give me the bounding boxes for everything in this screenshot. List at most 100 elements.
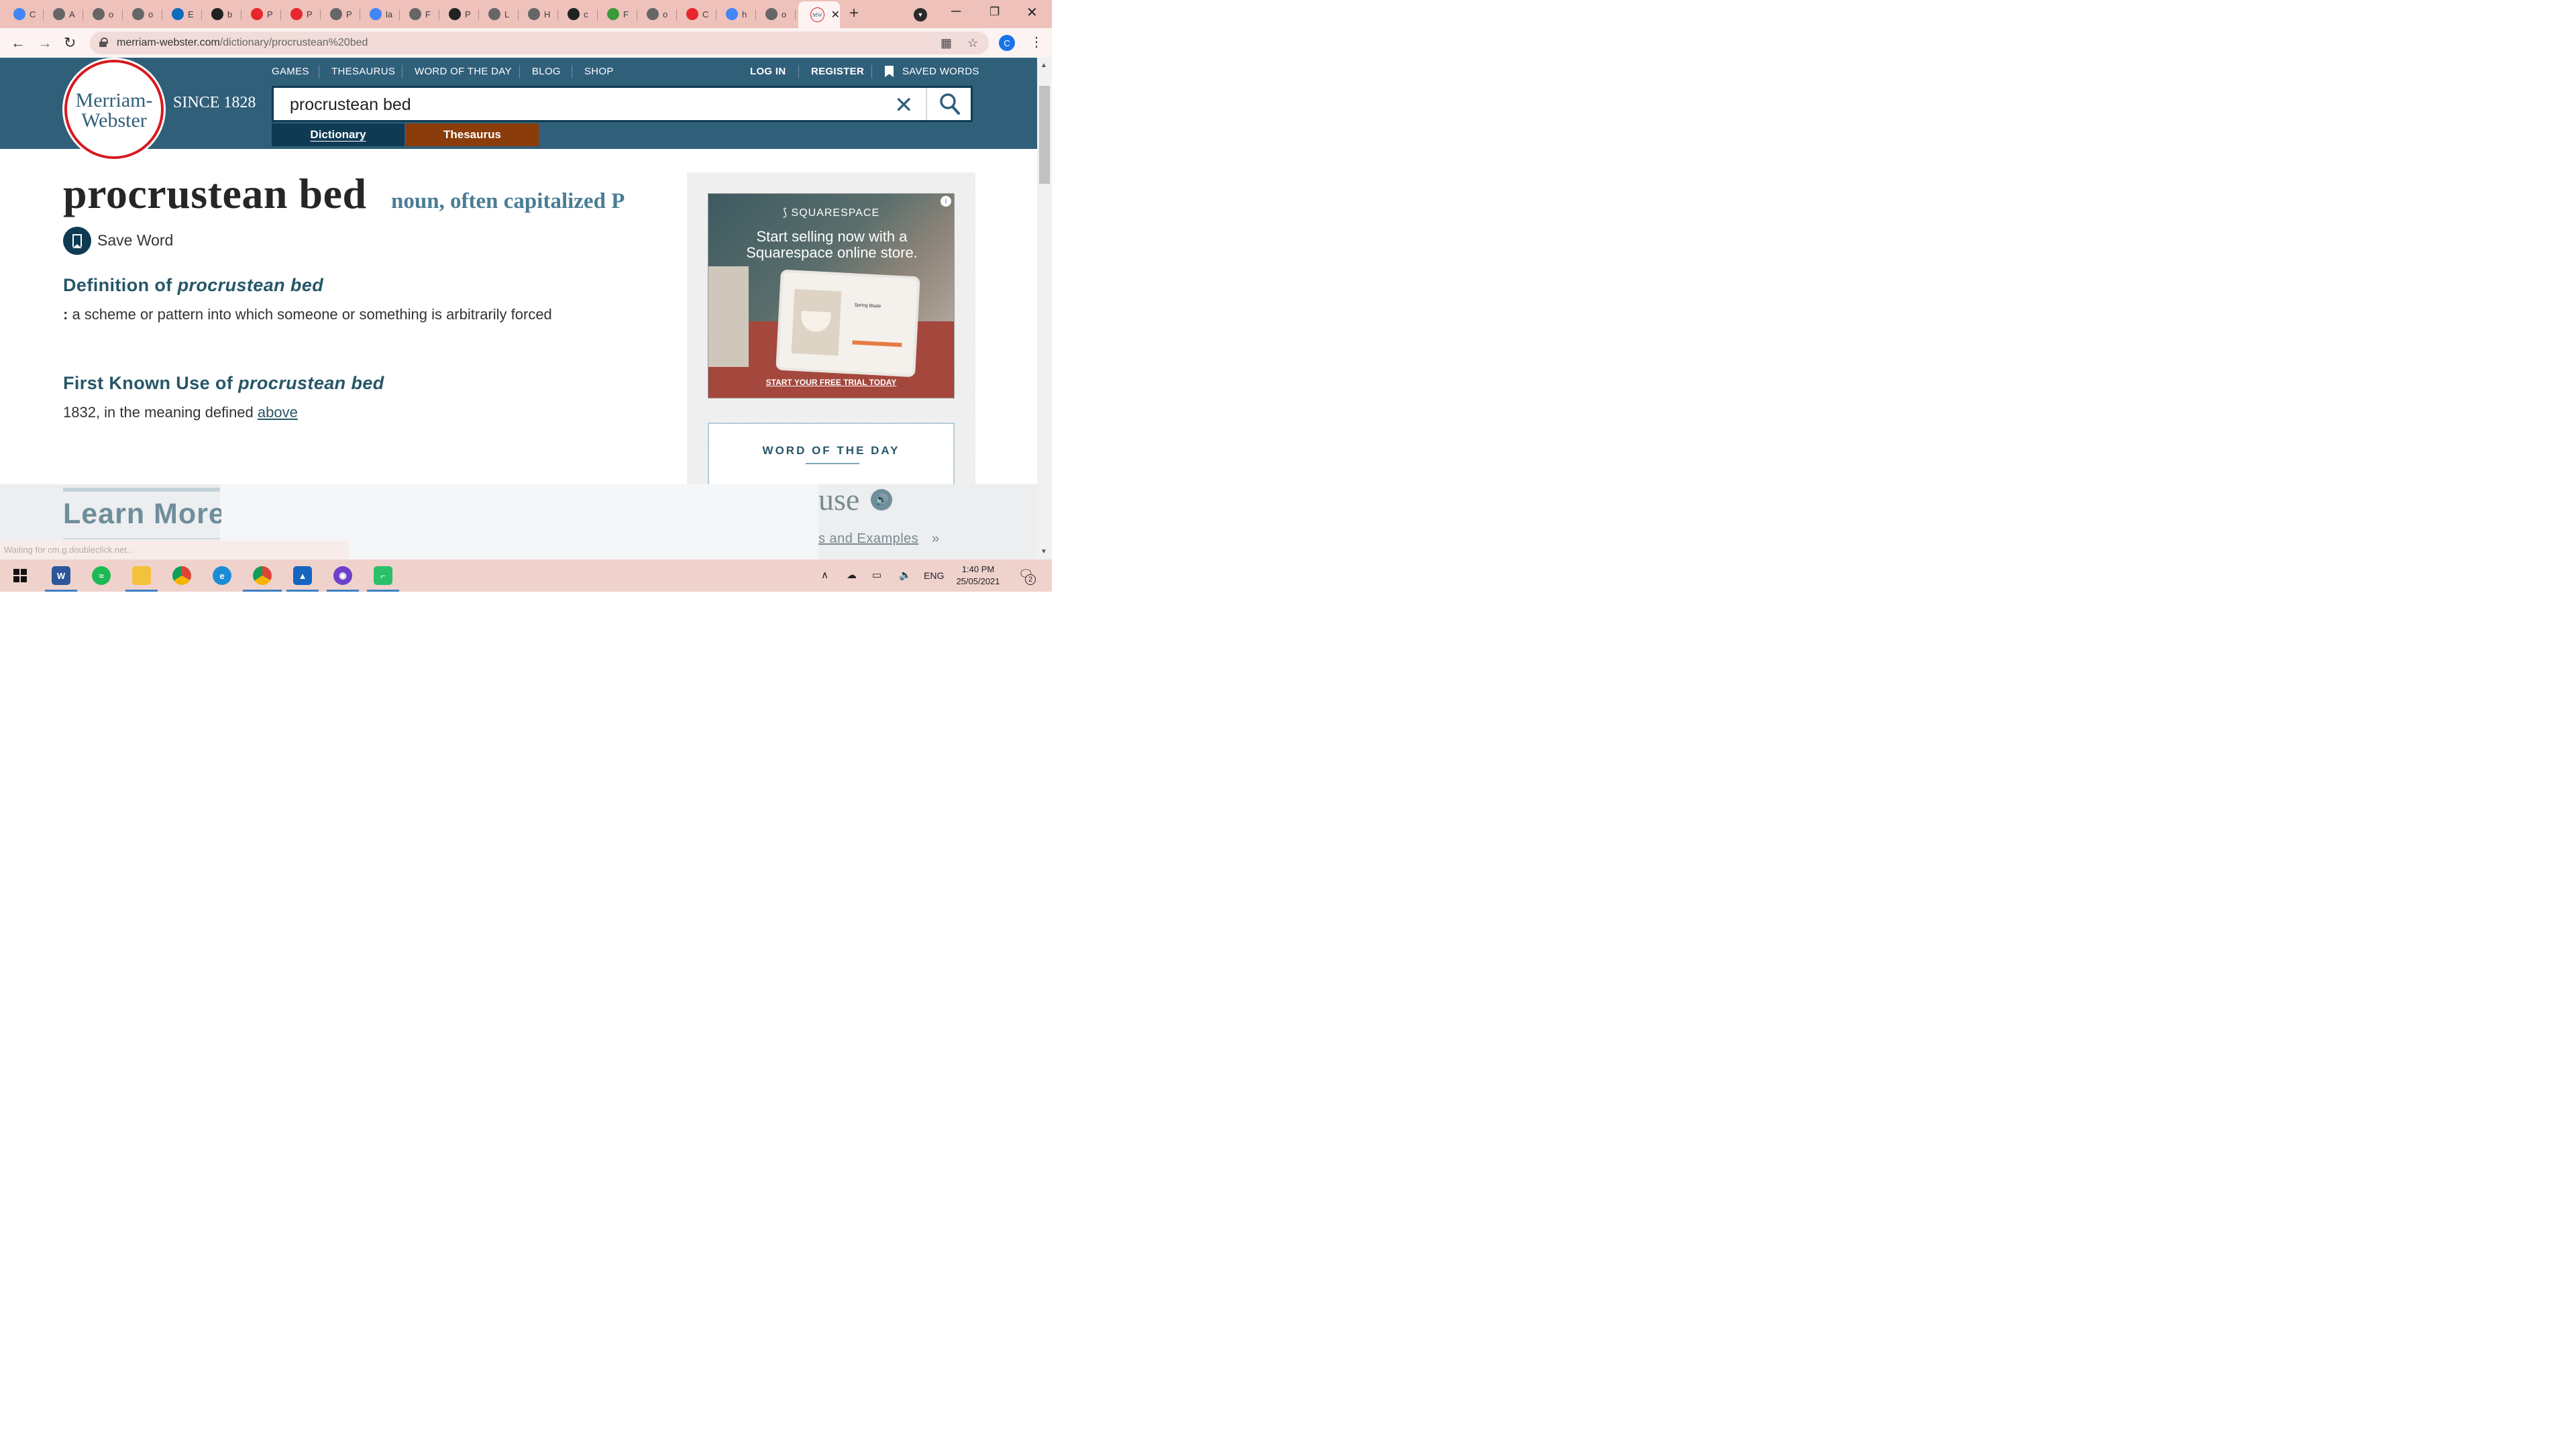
save-word-label[interactable]: Save Word	[97, 231, 173, 250]
login-link[interactable]: LOG IN	[750, 66, 786, 77]
close-tab-icon[interactable]: ✕	[831, 8, 840, 21]
nav-thesaurus[interactable]: THESAURUS	[331, 66, 395, 77]
nav-games[interactable]: GAMES	[272, 66, 309, 77]
browser-tab[interactable]: E	[162, 4, 202, 24]
restore-icon[interactable]: ❐	[989, 5, 1000, 19]
browser-tab[interactable]: o	[756, 4, 796, 24]
tab-title: C	[30, 9, 36, 19]
squarespace-ad[interactable]: ⟆ SQUARESPACE Start selling now with a S…	[708, 193, 955, 398]
forward-arrow-icon[interactable]: →	[38, 34, 52, 52]
ad-info-icon[interactable]: i	[941, 196, 951, 207]
clear-search-icon[interactable]: ✕	[894, 92, 914, 119]
browser-tab[interactable]: A	[44, 4, 83, 24]
save-word-button[interactable]	[63, 227, 91, 255]
nav-shop[interactable]: SHOP	[584, 66, 614, 77]
kite-app-icon[interactable]: ⌐	[374, 566, 392, 585]
spotify-app-icon[interactable]: ≈	[92, 566, 111, 585]
volume-icon[interactable]: 🔈	[899, 569, 912, 581]
learn-more-top-bar	[63, 488, 220, 492]
edge-app-icon[interactable]: e	[213, 566, 231, 585]
merriam-webster-favicon-icon: MW	[810, 7, 824, 22]
language-indicator[interactable]: ENG	[924, 570, 944, 581]
browser-tab[interactable]: b	[202, 4, 241, 24]
address-bar[interactable]: merriam-webster.com/dictionary/procruste…	[90, 32, 989, 54]
browser-tab[interactable]: C	[677, 4, 716, 24]
tab-favicon-icon	[607, 8, 619, 20]
close-window-icon[interactable]: ✕	[1026, 4, 1038, 21]
kite-running-indicator	[367, 590, 399, 592]
word-app-icon[interactable]: W	[52, 566, 70, 585]
register-link[interactable]: REGISTER	[811, 66, 864, 77]
browser-tab[interactable]: o	[637, 4, 677, 24]
new-tab-plus-icon[interactable]: +	[849, 4, 859, 23]
search-input[interactable]: procrustean bed	[290, 95, 411, 115]
wotd-word[interactable]: use	[818, 482, 859, 517]
github-desktop-icon[interactable]: ◉	[333, 566, 352, 585]
ad-pedestal	[708, 266, 749, 367]
file-explorer-icon[interactable]	[132, 566, 151, 585]
photos-app-icon[interactable]: ▲	[293, 566, 312, 585]
browser-tab[interactable]: C	[4, 4, 44, 24]
examples-arrow-icon: »	[932, 531, 940, 546]
tab-title: P	[346, 9, 352, 19]
browser-tab[interactable]: P	[241, 4, 281, 24]
tab-merriam-webster-active[interactable]: MW ✕	[798, 1, 840, 28]
browser-tab[interactable]: L	[479, 4, 519, 24]
scroll-up-arrow-icon[interactable]: ▲	[1040, 62, 1047, 69]
above-link[interactable]: above	[258, 404, 298, 421]
first-use-heading: First Known Use of procrustean bed	[63, 373, 384, 394]
logo-text-line1: Merriam-	[75, 89, 153, 111]
search-icon[interactable]	[939, 92, 961, 116]
tab-favicon-icon	[409, 8, 421, 20]
headword: procrustean bed	[63, 170, 367, 217]
ad-tablet-image: Spring Blade	[775, 269, 920, 378]
scrollbar-thumb[interactable]	[1039, 86, 1050, 184]
browser-tab[interactable]: o	[83, 4, 123, 24]
browser-tab[interactable]: F	[598, 4, 637, 24]
wotd-examples-link[interactable]: s and Examples	[818, 531, 918, 547]
chrome-profile-app-icon[interactable]	[253, 566, 272, 585]
tab-search-chevron-icon[interactable]: ▼	[914, 8, 927, 21]
reload-icon[interactable]: ↻	[64, 34, 76, 52]
merriam-webster-logo[interactable]: Merriam- Webster	[64, 60, 164, 159]
tab-title: H	[544, 9, 551, 19]
tab-dictionary[interactable]: Dictionary	[272, 123, 405, 146]
browser-tab[interactable]: c	[558, 4, 598, 24]
function-label: noun, often capitalized P	[391, 189, 625, 213]
search-divider	[926, 88, 927, 120]
speaker-icon[interactable]: 🔊	[871, 489, 892, 511]
nav-blog[interactable]: BLOG	[532, 66, 561, 77]
tray-overflow-chevron-icon[interactable]: ∧	[821, 569, 828, 581]
browser-menu-icon[interactable]: ⋮	[1030, 34, 1043, 50]
browser-tab[interactable]: la	[360, 4, 400, 24]
saved-words-link[interactable]: SAVED WORDS	[902, 66, 979, 77]
scroll-down-arrow-icon[interactable]: ▼	[1040, 548, 1047, 555]
search-box[interactable]: procrustean bed ✕	[272, 86, 973, 122]
ad-cta-link[interactable]: START YOUR FREE TRIAL TODAY	[708, 378, 954, 387]
onedrive-cloud-icon[interactable]: ☁	[847, 569, 857, 581]
system-clock[interactable]: 1:40 PM 25/05/2021	[949, 564, 1008, 588]
url-text[interactable]: merriam-webster.com/dictionary/procruste…	[117, 37, 368, 49]
tab-thesaurus[interactable]: Thesaurus	[406, 123, 539, 146]
browser-tab[interactable]: P	[321, 4, 360, 24]
minimize-icon[interactable]: ─	[951, 4, 961, 19]
battery-icon[interactable]: ▭	[872, 569, 881, 581]
browser-tab[interactable]: H	[519, 4, 558, 24]
browser-tab[interactable]: h	[716, 4, 756, 24]
bookmark-star-icon[interactable]: ☆	[967, 36, 978, 50]
definition-body: a scheme or pattern into which someone o…	[72, 306, 552, 323]
page-scrollbar[interactable]: ▲ ▼	[1037, 58, 1052, 559]
apps-grid-icon[interactable]: ▦	[941, 36, 952, 50]
browser-tab[interactable]: o	[123, 4, 162, 24]
photos-running-indicator	[286, 590, 319, 592]
chrome-app-icon[interactable]	[172, 566, 191, 585]
browser-tab[interactable]: P	[439, 4, 479, 24]
nav-word-of-the-day[interactable]: WORD OF THE DAY	[415, 66, 512, 77]
browser-tab[interactable]: P	[281, 4, 321, 24]
profile-avatar[interactable]: C	[999, 35, 1015, 51]
browser-tab[interactable]: F	[400, 4, 439, 24]
tab-favicon-icon	[568, 8, 580, 20]
windows-start-icon[interactable]	[11, 566, 30, 585]
back-arrow-icon[interactable]: ←	[11, 34, 25, 52]
tab-favicon-icon	[211, 8, 223, 20]
